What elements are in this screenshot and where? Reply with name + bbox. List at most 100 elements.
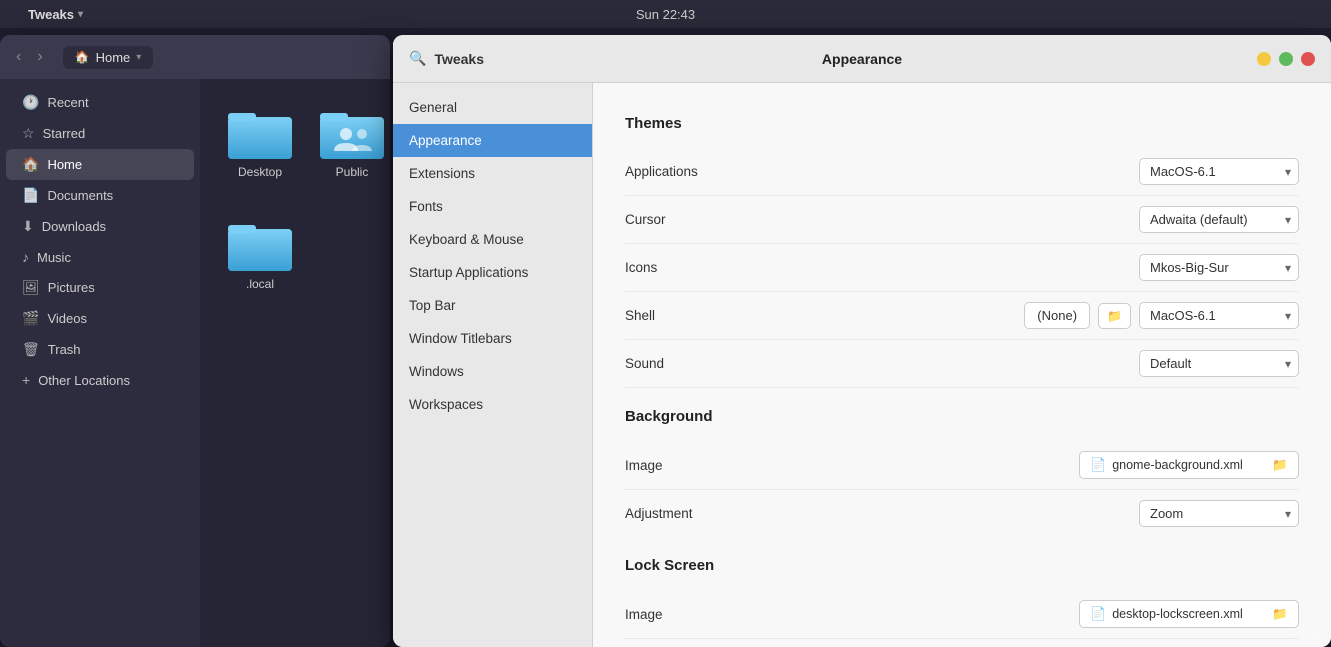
trash-icon: 🗑 (22, 341, 40, 358)
file-item-desktop[interactable]: Desktop (220, 99, 300, 199)
sidebar-label-home: Home (47, 157, 82, 172)
sidebar-item-pictures[interactable]: 🖼 Pictures (6, 272, 194, 303)
folder-icon-desktop (228, 107, 292, 159)
folder-icon-local (228, 219, 292, 271)
cursor-dropdown[interactable]: Adwaita (default) (1139, 206, 1299, 233)
home-sidebar-icon: 🏠 (22, 156, 39, 173)
shell-dropdown[interactable]: MacOS-6.1 (1139, 302, 1299, 329)
window-controls (1257, 52, 1315, 66)
close-button[interactable] (1301, 52, 1315, 66)
icons-label: Icons (625, 260, 657, 275)
sidebar-item-videos[interactable]: 🎬 Videos (6, 303, 194, 334)
file-manager-titlebar: ‹ › 🏠 Home ▾ (0, 35, 390, 79)
sidebar-item-documents[interactable]: 📄 Documents (6, 180, 194, 211)
shell-folder-button[interactable]: 📁 (1098, 303, 1131, 329)
location-bar[interactable]: 🏠 Home ▾ (63, 46, 154, 69)
minimize-button[interactable] (1257, 52, 1271, 66)
file-item-local[interactable]: .local (220, 211, 300, 299)
cursor-label: Cursor (625, 212, 666, 227)
shell-row: Shell (None) 📁 MacOS-6.1 (625, 292, 1299, 340)
app-name[interactable]: Tweaks ▾ (28, 7, 83, 22)
tweaks-item-fonts[interactable]: Fonts (393, 190, 592, 223)
shell-controls: (None) 📁 MacOS-6.1 (1024, 302, 1299, 329)
bg-adjustment-dropdown[interactable]: Zoom (1139, 500, 1299, 527)
pictures-icon: 🖼 (22, 279, 40, 296)
sound-row: Sound Default (625, 340, 1299, 388)
bg-image-button[interactable]: 📄 gnome-background.xml 📁 (1079, 451, 1299, 479)
bg-image-file-icon: 📄 (1090, 457, 1106, 473)
icons-row: Icons Mkos-Big-Sur (625, 244, 1299, 292)
ls-image-button[interactable]: 📄 desktop-lockscreen.xml 📁 (1079, 600, 1299, 628)
system-time: Sun 22:43 (636, 7, 695, 22)
tweaks-item-windows[interactable]: Windows (393, 355, 592, 388)
tweaks-search-icon: 🔍 (409, 50, 426, 67)
watermark: wsxdn.com (1273, 632, 1323, 643)
sidebar-item-music[interactable]: ♪ Music (6, 242, 194, 272)
recent-icon: 🕐 (22, 94, 39, 111)
applications-dropdown[interactable]: MacOS-6.1 (1139, 158, 1299, 185)
bg-image-label: Image (625, 458, 663, 473)
location-arrow-icon: ▾ (136, 52, 141, 63)
topbar-left: Tweaks ▾ (16, 7, 83, 22)
ls-image-row: Image 📄 desktop-lockscreen.xml 📁 (625, 590, 1299, 639)
bg-adjustment-row: Adjustment Zoom (625, 490, 1299, 537)
sound-dropdown[interactable]: Default (1139, 350, 1299, 377)
sidebar-label-music: Music (37, 250, 71, 265)
nav-back-button[interactable]: ‹ (12, 46, 25, 68)
file-item-public[interactable]: Public (312, 99, 390, 199)
tweaks-item-startup-applications[interactable]: Startup Applications (393, 256, 592, 289)
tweaks-window-title: Appearance (822, 51, 902, 67)
sidebar-label-documents: Documents (47, 188, 113, 203)
sidebar-label-videos: Videos (47, 311, 87, 326)
applications-label: Applications (625, 164, 698, 179)
tweaks-item-window-titlebars[interactable]: Window Titlebars (393, 322, 592, 355)
downloads-icon: ⬇ (22, 218, 34, 235)
file-manager-sidebar: 🕐 Recent ☆ Starred 🏠 Home 📄 Documents ⬇ … (0, 79, 200, 647)
bg-adjustment-label: Adjustment (625, 506, 693, 521)
file-label-local: .local (246, 277, 274, 291)
sidebar-label-starred: Starred (43, 126, 86, 141)
sidebar-item-home[interactable]: 🏠 Home (6, 149, 194, 180)
ls-image-value: desktop-lockscreen.xml (1112, 607, 1243, 621)
sidebar-item-starred[interactable]: ☆ Starred (6, 118, 194, 149)
tweaks-item-extensions[interactable]: Extensions (393, 157, 592, 190)
bg-image-folder-icon: 📁 (1272, 458, 1288, 473)
icons-dropdown[interactable]: Mkos-Big-Sur (1139, 254, 1299, 281)
lock-screen-section-title: Lock Screen (625, 557, 1299, 574)
home-icon: 🏠 (75, 50, 90, 64)
sidebar-label-other-locations: Other Locations (38, 373, 130, 388)
sidebar-item-other-locations[interactable]: + Other Locations (6, 365, 194, 395)
maximize-button[interactable] (1279, 52, 1293, 66)
starred-icon: ☆ (22, 125, 35, 142)
tweaks-item-workspaces[interactable]: Workspaces (393, 388, 592, 421)
ls-image-label: Image (625, 607, 663, 622)
sidebar-item-recent[interactable]: 🕐 Recent (6, 87, 194, 118)
background-section-title: Background (625, 408, 1299, 425)
tweaks-body: General Appearance Extensions Fonts Keyb… (393, 83, 1331, 647)
sidebar-item-downloads[interactable]: ⬇ Downloads (6, 211, 194, 242)
themes-section-title: Themes (625, 115, 1299, 132)
cursor-dropdown-wrapper: Adwaita (default) (1139, 206, 1299, 233)
shell-none-button[interactable]: (None) (1024, 302, 1090, 329)
shell-label: Shell (625, 308, 655, 323)
shell-dropdown-wrapper: MacOS-6.1 (1139, 302, 1299, 329)
file-manager-body: 🕐 Recent ☆ Starred 🏠 Home 📄 Documents ⬇ … (0, 79, 390, 647)
tweaks-item-general[interactable]: General (393, 91, 592, 124)
tweaks-item-top-bar[interactable]: Top Bar (393, 289, 592, 322)
location-label: Home (96, 50, 131, 65)
tweaks-titlebar: 🔍 Tweaks Appearance (393, 35, 1331, 83)
documents-icon: 📄 (22, 187, 39, 204)
music-icon: ♪ (22, 249, 29, 265)
ls-image-folder-icon: 📁 (1272, 607, 1288, 622)
folder-icon-public (320, 107, 384, 159)
sidebar-label-recent: Recent (47, 95, 88, 110)
bg-image-row: Image 📄 gnome-background.xml 📁 (625, 441, 1299, 490)
sidebar-item-trash[interactable]: 🗑 Trash (6, 334, 194, 365)
cursor-row: Cursor Adwaita (default) (625, 196, 1299, 244)
file-label-desktop: Desktop (238, 165, 282, 179)
tweaks-item-keyboard-mouse[interactable]: Keyboard & Mouse (393, 223, 592, 256)
nav-forward-button[interactable]: › (33, 46, 46, 68)
sidebar-label-pictures: Pictures (48, 280, 95, 295)
bg-adjustment-dropdown-wrapper: Zoom (1139, 500, 1299, 527)
tweaks-item-appearance[interactable]: Appearance (393, 124, 592, 157)
